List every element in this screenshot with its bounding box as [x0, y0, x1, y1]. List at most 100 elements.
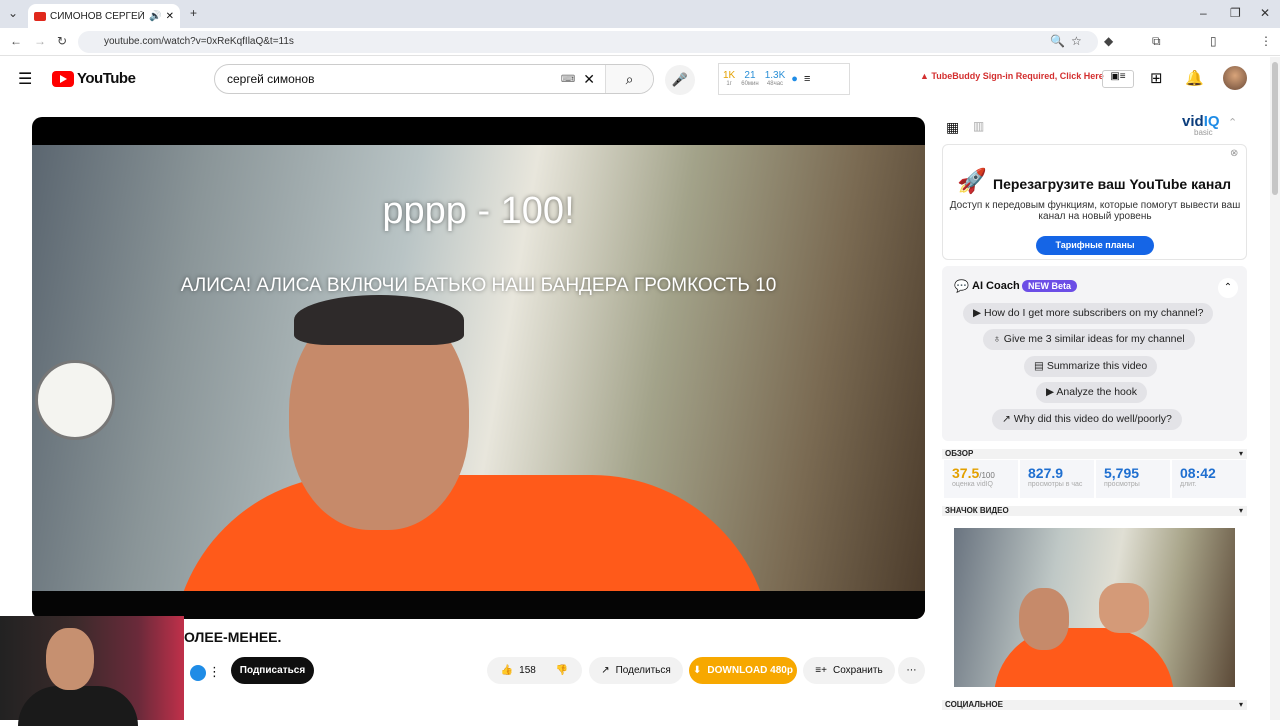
suggestion-similar-ideas[interactable]: ♁ Give me 3 similar ideas for my channel: [983, 329, 1195, 350]
notifications-bell-icon[interactable]: 🔔: [1185, 69, 1204, 87]
section-toggle-icon[interactable]: ▾: [1239, 506, 1243, 516]
download-label: DOWNLOAD 480p: [707, 665, 793, 676]
webcam-person-face: [46, 628, 94, 690]
suggestion-analyze-hook[interactable]: ▶ Analyze the hook: [1036, 382, 1147, 403]
more-horizontal-icon: ⋯: [906, 665, 917, 676]
voice-search-button[interactable]: 🎤: [665, 65, 695, 95]
youtube-play-icon: [52, 70, 74, 87]
rocket-icon: 🚀: [957, 168, 987, 195]
save-button[interactable]: ≡+ Сохранить: [803, 657, 895, 684]
like-dislike-group: 👍 158 👎: [487, 657, 582, 684]
browser-toolbar: ← → ↻ youtube.com/watch?v=0xReKqfIlaQ&t=…: [0, 28, 1280, 56]
sidebar-icon[interactable]: ▯: [1210, 34, 1217, 48]
duration-value: 08:42: [1180, 465, 1216, 481]
vidiq-channel-icon[interactable]: [190, 665, 206, 681]
extension-icon[interactable]: ◆: [1104, 34, 1113, 48]
stat-48h-value: 1.3K: [764, 70, 786, 81]
youtube-header: ☰ YouTube сергей симонов ⌨ ✕ ⌕ 🎤 1K 1г 2…: [0, 57, 1270, 105]
close-window-icon[interactable]: ✕: [1260, 6, 1270, 20]
extensions-puzzle-icon[interactable]: ⧉: [1152, 34, 1161, 49]
social-section-header[interactable]: СОЦИАЛЬНОЕ ▾: [942, 700, 1247, 710]
menu-kebab-icon[interactable]: ⋮: [1260, 34, 1272, 48]
more-options-icon[interactable]: ⋮: [208, 664, 221, 680]
browser-tab[interactable]: СИМОНОВ СЕРГЕЙ - БОЛЕ 🔊 ✕: [28, 4, 180, 28]
forward-icon[interactable]: →: [34, 34, 46, 48]
promo-description: Доступ к передовым функциям, которые пом…: [949, 200, 1241, 222]
bookmark-star-icon[interactable]: ☆: [1071, 34, 1082, 48]
subscribe-button[interactable]: Подписаться: [231, 657, 314, 684]
create-video-icon[interactable]: ⊞: [1150, 69, 1163, 87]
ai-coach-title: AI Coach: [972, 280, 1020, 292]
youtube-logo-text: YouTube: [77, 70, 136, 87]
hamburger-menu-icon[interactable]: ☰: [18, 69, 32, 89]
share-button[interactable]: ↗ Поделиться: [589, 657, 683, 684]
suggestion-summarize[interactable]: ▤ Summarize this video: [1024, 356, 1158, 377]
clear-search-icon[interactable]: ✕: [583, 71, 595, 88]
chart-view-icon[interactable]: ▥: [973, 119, 984, 133]
search-box: сергей симонов ⌨ ✕ ⌕: [214, 64, 654, 94]
suggestion-why-performance[interactable]: ↗ Why did this video do well/poorly?: [992, 409, 1182, 430]
zoom-icon[interactable]: 🔍: [1050, 34, 1065, 48]
section-toggle-icon[interactable]: ▾: [1239, 449, 1243, 459]
new-tab-icon[interactable]: +: [190, 6, 197, 20]
back-icon[interactable]: ←: [10, 34, 22, 48]
audio-icon[interactable]: 🔊: [149, 11, 161, 22]
url-text: youtube.com/watch?v=0xReKqfIlaQ&t=11s: [104, 36, 294, 47]
stat-60min-label: 60мин: [741, 81, 759, 87]
overview-section-header[interactable]: ОБЗОР ▾: [942, 449, 1247, 459]
search-button[interactable]: ⌕: [605, 65, 653, 93]
grid-view-icon[interactable]: ▦: [946, 119, 959, 136]
views-label: просмотры: [1104, 481, 1140, 488]
metric-vidiq-score: 37.5/100 оценка vidIQ: [944, 460, 1018, 498]
keyboard-icon[interactable]: ⌨: [561, 74, 575, 85]
collapse-coach-icon[interactable]: ⌃: [1218, 278, 1238, 298]
thumbnail-section-header[interactable]: ЗНАЧОК ВИДЕО ▾: [942, 506, 1247, 516]
views-per-hour-value: 827.9: [1028, 465, 1064, 481]
search-input[interactable]: сергей симонов: [215, 72, 561, 86]
collapse-panel-icon[interactable]: ⌃: [1228, 116, 1237, 129]
stat-60min-value: 21: [744, 70, 756, 81]
dislike-icon[interactable]: 👎: [556, 665, 568, 676]
tubebuddy-notice[interactable]: ▲ TubeBuddy Sign-in Required, Click Here: [920, 71, 1104, 81]
restore-icon[interactable]: ❐: [1230, 6, 1241, 20]
section-toggle-icon[interactable]: ▾: [1239, 700, 1243, 710]
channel-stats-widget[interactable]: 1K 1г 21 60мин 1.3K 48час ● ≡: [718, 63, 850, 95]
stat-48h: 1.3K 48час: [764, 70, 786, 88]
ai-coach-panel: 💬 AI Coach NEW Beta ⌃ ▶ How do I get mor…: [942, 266, 1247, 441]
close-tab-icon[interactable]: ✕: [166, 11, 174, 22]
more-actions-button[interactable]: ⋯: [898, 657, 925, 684]
avatar[interactable]: [1223, 66, 1247, 90]
scrollbar-thumb[interactable]: [1272, 62, 1278, 195]
suggestion-label: Give me 3 similar ideas for my channel: [1003, 333, 1185, 345]
social-label: СОЦИАЛЬНОЕ: [945, 700, 1003, 709]
tab-title: СИМОНОВ СЕРГЕЙ - БОЛЕ: [50, 10, 145, 22]
thumbnail-head: [1019, 588, 1069, 650]
thumbnail-shirt: [994, 628, 1174, 687]
metric-views-per-hour: 827.9 просмотры в час: [1020, 460, 1094, 498]
save-playlist-icon: ≡+: [815, 665, 827, 676]
suggestion-label: Summarize this video: [1046, 360, 1148, 372]
thumbnail-fist: [1099, 583, 1149, 633]
vidiq-icon[interactable]: ●: [791, 73, 798, 85]
chat-bubble-icon: 💬: [954, 279, 969, 293]
address-bar[interactable]: youtube.com/watch?v=0xReKqfIlaQ&t=11s: [78, 31, 1098, 53]
like-icon[interactable]: 👍: [501, 665, 513, 676]
like-count[interactable]: 158: [519, 665, 536, 676]
tubebuddy-notice-text: TubeBuddy Sign-in Required, Click Here: [931, 71, 1104, 81]
stat-subs-label: 1г: [726, 81, 732, 87]
video-thumbnail[interactable]: [954, 528, 1235, 687]
warning-icon: ▲: [920, 71, 932, 81]
minimize-icon[interactable]: –: [1200, 6, 1207, 20]
list-icon[interactable]: ≡: [804, 73, 810, 85]
tubebuddy-menu-icon[interactable]: ▣≡: [1102, 70, 1134, 88]
tab-search-icon[interactable]: ⌄: [8, 6, 18, 20]
stat-48h-label: 48час: [766, 81, 784, 87]
video-player[interactable]: рррр - 100! АЛИСА! АЛИСА ВКЛЮЧИ БАТЬКО Н…: [32, 117, 925, 619]
close-promo-icon[interactable]: ⊗: [1230, 148, 1238, 159]
share-label: Поделиться: [615, 665, 671, 676]
download-button[interactable]: ⬇ DOWNLOAD 480p: [689, 657, 797, 684]
youtube-logo[interactable]: YouTube: [52, 70, 136, 87]
reload-icon[interactable]: ↻: [57, 34, 67, 48]
suggestion-more-subscribers[interactable]: ▶ How do I get more subscribers on my ch…: [963, 303, 1214, 324]
pricing-plans-button[interactable]: Тарифные планы: [1036, 236, 1154, 255]
